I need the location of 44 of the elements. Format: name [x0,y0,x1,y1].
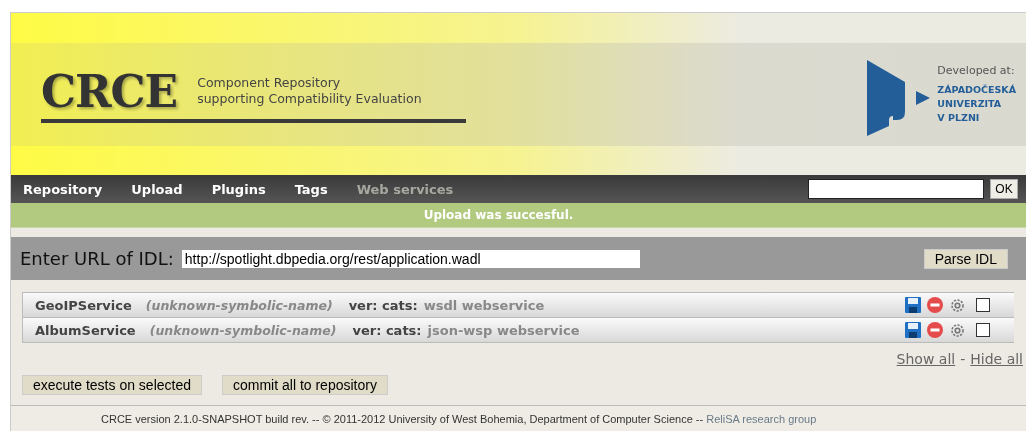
symbolic-name: (unknown-symbolic-name) [145,297,333,313]
separator-text: - [960,351,966,367]
service-name: AlbumService [35,322,136,338]
url-field[interactable]: http://spotlight.dbpedia.org/rest/application.wadl [181,249,640,268]
settings-icon[interactable] [949,296,966,314]
university-name-text: UNIVERZITA [937,96,1003,111]
university-name-text: V PLZNI [937,110,981,125]
nav-tab[interactable]: Web services [356,181,454,197]
subtitle-text: supporting Compatibility Evaluation [197,91,422,107]
search-field[interactable] [808,179,984,199]
nav-tab[interactable]: Tags [294,181,328,197]
action-button[interactable]: commit all to repository [222,375,388,395]
select-checkbox[interactable] [976,323,990,337]
settings-icon[interactable] [949,321,966,339]
remove-icon[interactable] [927,322,943,338]
parse-button[interactable]: Parse IDL [923,248,1008,269]
service-name: GeoIPService [35,297,132,313]
symbolic-name: (unknown-symbolic-name) [149,322,337,338]
service-row[interactable]: GeoIPService (unknown-symbolic-name) ver: cats: wsdl webservice [23,293,1014,318]
hide-all-link[interactable]: Hide all [970,351,1023,367]
version-label: ver: cats: [348,297,418,313]
service-row[interactable]: AlbumService (unknown-symbolic-name) ver: cats: json-wsp webservice [23,318,1014,342]
nav-tab[interactable]: Upload [131,181,183,197]
university-name-text: ZÁPADOČESKÁ [937,82,1016,97]
developed-at-text: Developed at: [937,63,1016,77]
save-icon[interactable] [905,297,921,313]
research-group-link[interactable]: ReliSA research group [706,413,817,425]
version-label: ver: cats: [352,322,422,338]
action-button[interactable]: execute tests on selected [22,375,202,395]
show-all-link[interactable]: Show all [896,351,956,367]
logo-text: CRCE [41,65,178,117]
nav-tab[interactable]: Repository [23,181,103,197]
idl-label: Enter URL of IDL: [20,248,174,269]
remove-icon[interactable] [927,297,943,313]
categories-text: json-wsp webservice [427,322,580,338]
categories-text: wsdl webservice [423,297,545,313]
footer-text: CRCE version 2.1.0-SNAPSHOT build rev. -- © 2011-2012 University of West Bohemia, Department of Computer Science -- ReliSA research group [101,413,817,425]
subtitle-text: Component Repository [197,75,342,91]
search-button[interactable]: OK [990,179,1018,199]
success-message: Upload was succesful. [11,203,1026,228]
university-logo-icon [867,60,932,136]
select-checkbox[interactable] [976,298,990,312]
save-icon[interactable] [905,322,921,338]
nav-tab[interactable]: Plugins [211,181,266,197]
